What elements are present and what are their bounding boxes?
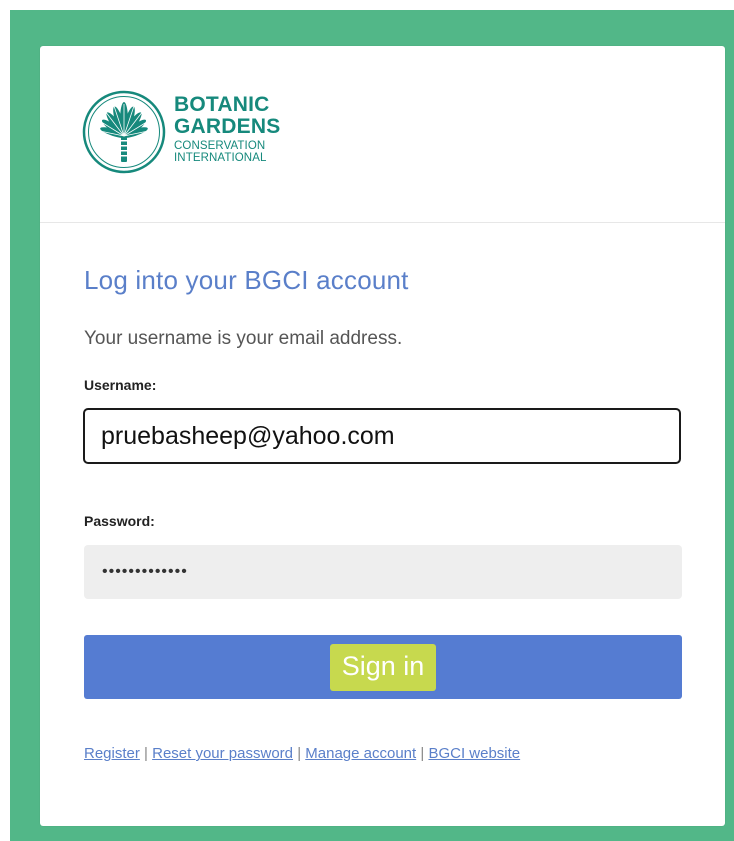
page-title: Log into your BGCI account: [84, 265, 409, 295]
bgci-logo[interactable]: BOTANIC GARDENS CONSERVATION INTERNATION…: [82, 88, 302, 178]
botanic-palm-emblem-icon: [82, 90, 166, 174]
username-label: Username:: [84, 377, 157, 393]
logo-line-conservation: CONSERVATION: [174, 140, 266, 152]
bgci-website-link[interactable]: BGCI website: [428, 745, 520, 762]
logo-line-international: INTERNATIONAL: [174, 151, 267, 164]
link-separator: |: [144, 745, 148, 762]
username-hint: Your username is your email address.: [84, 328, 403, 349]
login-card: BOTANIC GARDENS CONSERVATION INTERNATION…: [40, 46, 725, 826]
footer-links: Register | Reset your password | Manage …: [84, 745, 520, 762]
register-link[interactable]: Register: [84, 745, 140, 762]
link-separator: |: [297, 745, 302, 762]
logo-line-gardens: GARDENS: [174, 115, 281, 138]
card-header: BOTANIC GARDENS CONSERVATION INTERNATION…: [40, 46, 725, 223]
password-label: Password:: [84, 513, 155, 529]
logo-wordmark: BOTANIC GARDENS CONSERVATION INTERNATION…: [174, 94, 280, 164]
link-separator: |: [420, 745, 425, 762]
password-input[interactable]: [84, 545, 682, 599]
sign-in-button[interactable]: Sign in: [84, 635, 682, 699]
manage-account-link[interactable]: Manage account: [305, 745, 416, 762]
reset-password-link[interactable]: Reset your password: [152, 745, 293, 762]
sign-in-label: Sign in: [329, 643, 437, 691]
logo-line-botanic: BOTANIC: [174, 93, 270, 116]
username-input[interactable]: [83, 408, 681, 464]
